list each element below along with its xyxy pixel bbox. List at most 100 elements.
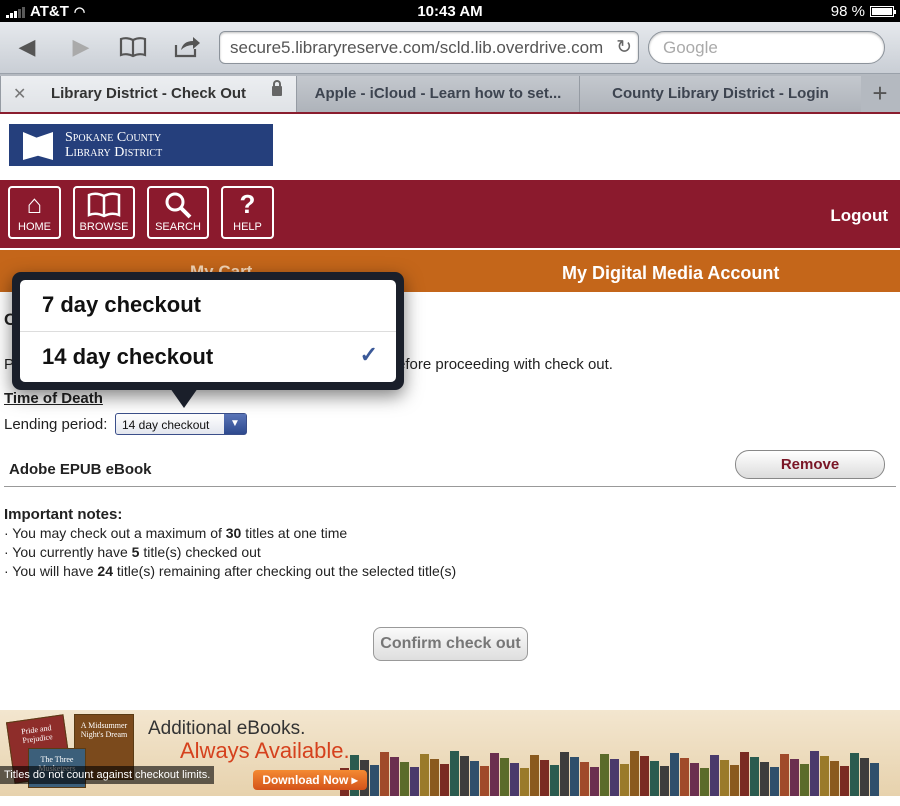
book-spine (430, 759, 439, 796)
new-tab-button[interactable]: + (860, 76, 900, 112)
tab-digital-media-account[interactable]: My Digital Media Account (562, 263, 779, 284)
note-item: · You will have 24 title(s) remaining af… (4, 563, 457, 579)
format-label: Adobe EPUB eBook (9, 461, 152, 478)
nav-browse-button[interactable]: BROWSE (73, 186, 135, 239)
logo-text: Spokane County Library District (65, 130, 162, 160)
nav-label: HELP (233, 221, 262, 233)
nav-search-button[interactable]: SEARCH (147, 186, 209, 239)
book-spine (790, 759, 799, 796)
book-spine (780, 754, 789, 796)
address-bar[interactable]: secure5.libraryreserve.com/scld.lib.over… (219, 31, 639, 64)
book-spine (400, 762, 409, 796)
book-spine (810, 751, 819, 796)
book-spine (570, 757, 579, 796)
book-spine (390, 757, 399, 796)
book-spine (660, 766, 669, 796)
lending-period-popover: 7 day checkout 14 day checkout ✓ (12, 272, 404, 408)
book-spine (840, 766, 849, 796)
close-tab-icon[interactable]: ✕ (13, 84, 26, 104)
status-bar: AT&T ◠ 10:43 AM 98 % (0, 0, 900, 22)
tab-icloud[interactable]: Apple - iCloud - Learn how to set... (296, 76, 579, 112)
note-item: · You currently have 5 title(s) checked … (4, 544, 261, 560)
book-spine (640, 756, 649, 796)
back-icon[interactable]: ◀ (12, 32, 42, 62)
book-spine (410, 767, 419, 796)
book-spine (670, 753, 679, 796)
book-spine (550, 765, 559, 796)
checkmark-icon: ✓ (359, 342, 378, 367)
book-spine (830, 761, 839, 796)
important-notes: Important notes: · You may check out a m… (4, 505, 456, 581)
banner-headline: Additional eBooks. (148, 718, 306, 739)
book-spine (470, 761, 479, 796)
book-spine (380, 752, 389, 796)
book-spine (580, 762, 589, 796)
download-now-button[interactable]: Download Now ▸ (253, 770, 367, 790)
remove-button[interactable]: Remove (735, 450, 885, 479)
note-item: · You may check out a maximum of 30 titl… (4, 525, 348, 541)
lending-period-select[interactable]: 14 day checkout ▼ (115, 413, 247, 435)
lending-period-value: 14 day checkout (122, 418, 210, 432)
clock: 10:43 AM (417, 3, 483, 20)
url-text: secure5.libraryreserve.com/scld.lib.over… (230, 38, 604, 57)
battery: 98 % (830, 3, 896, 20)
nav-help-button[interactable]: ? HELP (221, 186, 274, 239)
book-spine (440, 764, 449, 796)
tab-label: Library District - Check Out (50, 85, 247, 102)
forward-icon[interactable]: ▶ (66, 32, 96, 62)
book-spine (530, 755, 539, 796)
question-icon: ? (239, 189, 256, 219)
book-spine (510, 763, 519, 796)
book-spine (420, 754, 429, 796)
book-spine (690, 763, 699, 796)
book-spine (500, 758, 509, 796)
book-spine (560, 752, 569, 796)
banner-tagline: Always Available. (180, 738, 350, 763)
book-title-link[interactable]: Time of Death (4, 390, 103, 407)
battery-percent: 98 % (830, 3, 865, 20)
reload-icon[interactable]: ↻ (616, 36, 632, 59)
book-spine (600, 754, 609, 796)
bookmarks-icon[interactable] (118, 32, 148, 62)
logout-link[interactable]: Logout (830, 206, 888, 226)
tab-library-checkout[interactable]: ✕ Library District - Check Out (0, 76, 296, 112)
bookshelf-illustration (340, 750, 900, 796)
search-icon (149, 188, 207, 221)
book-spine (750, 757, 759, 796)
nav-home-button[interactable]: ⌂ HOME (8, 186, 61, 239)
book-spine (820, 756, 829, 796)
book-spine (680, 758, 689, 796)
banner-note: Titles do not count against checkout lim… (0, 766, 215, 784)
nav-label: HOME (18, 221, 51, 233)
book-spine (800, 764, 809, 796)
book-spine (620, 764, 629, 796)
logo-line-2: Library District (65, 145, 163, 160)
book-spine (630, 751, 639, 796)
library-logo[interactable]: Spokane County Library District (9, 124, 273, 166)
divider (4, 486, 896, 487)
book-spine (540, 760, 549, 796)
book-spine (700, 768, 709, 796)
option-7-day[interactable]: 7 day checkout (20, 280, 396, 331)
book-icon (75, 188, 133, 221)
confirm-checkout-button[interactable]: Confirm check out (373, 627, 528, 661)
book-spine (770, 767, 779, 796)
book-spine (460, 756, 469, 796)
book-spine (490, 753, 499, 796)
book-spine (720, 760, 729, 796)
book-spine (450, 751, 459, 796)
popover-arrow (170, 388, 198, 408)
search-input[interactable]: Google (648, 31, 885, 64)
option-14-day[interactable]: 14 day checkout ✓ (20, 331, 396, 382)
book-spine (650, 761, 659, 796)
book-spine (370, 765, 379, 796)
page-bottom (0, 796, 900, 806)
nav-label: SEARCH (155, 221, 201, 233)
site-nav: ⌂ HOME BROWSE SEARCH ? HELP Logout (0, 180, 900, 248)
share-icon[interactable] (172, 32, 202, 62)
instruction-text: efore proceeding with check out. (397, 356, 613, 373)
nav-label: BROWSE (79, 221, 129, 233)
tab-label: County Library District - Login (612, 85, 829, 102)
tab-library-login[interactable]: County Library District - Login (579, 76, 861, 112)
option-label: 14 day checkout (42, 344, 214, 369)
